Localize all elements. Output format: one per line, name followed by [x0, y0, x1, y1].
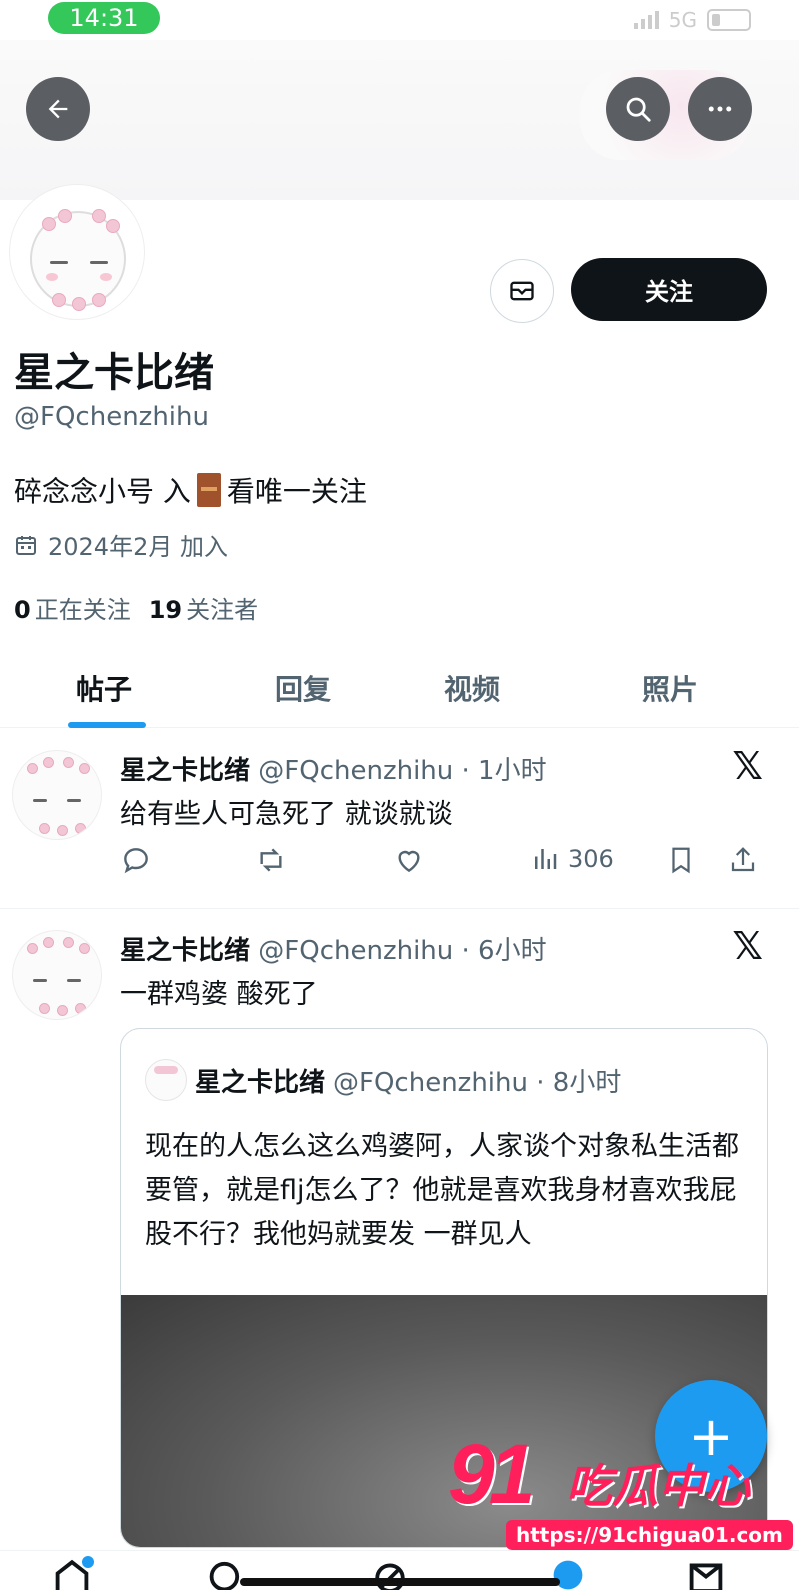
- quoted-meta: @FQchenzhihu · 8小时: [333, 1067, 622, 1098]
- more-dots-icon: [708, 106, 732, 112]
- quoted-avatar: [145, 1059, 187, 1101]
- signal-icon: [633, 11, 659, 29]
- more-button[interactable]: [688, 77, 752, 141]
- post-item[interactable]: 星之卡比绪 @FQchenzhihu · 1小时 𝕏 给有些人可急死了 就谈就谈…: [0, 740, 799, 908]
- post-header: 星之卡比绪 @FQchenzhihu · 1小时: [120, 750, 547, 787]
- quoted-post-text: 现在的人怎么这么鸡婆阿，人家谈个对象私生活都要管，就是flj怎么了？他就是喜欢我…: [145, 1131, 739, 1250]
- post-meta: @FQchenzhihu · 6小时: [258, 936, 547, 966]
- status-indicators: 5G: [633, 8, 751, 32]
- tab-videos[interactable]: 视频: [444, 668, 500, 708]
- join-date: 2024年2月 加入: [14, 527, 228, 562]
- watermark-url: https://91chigua01.com: [506, 1520, 793, 1550]
- quoted-post-header: 星之卡比绪 @FQchenzhihu · 8小时: [145, 1059, 621, 1101]
- bio-text-end: 看唯一关注: [226, 475, 367, 508]
- home-indicator: [240, 1578, 560, 1586]
- arrow-left-icon: [48, 99, 68, 119]
- active-tab-indicator: [68, 722, 146, 728]
- calendar-icon: [16, 535, 36, 555]
- tab-photos[interactable]: 照片: [642, 668, 698, 708]
- x-logo-icon[interactable]: 𝕏: [732, 744, 763, 788]
- status-bar: 14:31 5G: [0, 0, 799, 40]
- search-icon: [626, 97, 651, 122]
- home-notification-dot: [82, 1556, 94, 1568]
- watermark-text: 吃瓜中心: [566, 1459, 750, 1513]
- mail-icon: [510, 281, 534, 301]
- repost-button[interactable]: [254, 844, 288, 876]
- post-author-name[interactable]: 星之卡比绪: [120, 936, 250, 966]
- share-button[interactable]: [728, 844, 758, 876]
- post-actions: 306: [120, 844, 770, 884]
- post-avatar[interactable]: [12, 750, 102, 840]
- status-time: 14:31: [48, 2, 160, 34]
- bar-chart-icon: [535, 849, 557, 869]
- avatar-illustration: [30, 209, 126, 311]
- messages-nav-icon[interactable]: [686, 1559, 726, 1590]
- follow-counts: 0 正在关注 19 关注者: [14, 590, 258, 625]
- bookmark-button[interactable]: [666, 844, 696, 876]
- bio-text-start: 碎念念小号 入: [14, 475, 191, 508]
- door-emoji-icon: [196, 473, 221, 507]
- reply-icon: [124, 848, 148, 874]
- battery-icon: [707, 9, 751, 31]
- profile-name: 星之卡比绪: [14, 350, 214, 396]
- repost-icon: [260, 848, 282, 872]
- profile-bio: 碎念念小号 入 看唯一关注: [14, 470, 367, 510]
- message-button[interactable]: [490, 259, 554, 323]
- watermark: 91 吃瓜中心 https://91chigua01.com: [448, 1427, 793, 1552]
- post-header: 星之卡比绪 @FQchenzhihu · 6小时: [120, 930, 547, 967]
- back-button[interactable]: [26, 77, 90, 141]
- post-text: 给有些人可急死了 就谈就谈: [120, 799, 453, 830]
- tab-replies[interactable]: 回复: [275, 668, 331, 708]
- following-link[interactable]: 0 正在关注: [14, 590, 131, 625]
- join-date-text: 2024年2月 加入: [48, 533, 228, 561]
- share-icon: [731, 847, 755, 872]
- followers-link[interactable]: 19 关注者: [149, 590, 258, 625]
- post-avatar[interactable]: [12, 930, 102, 1020]
- post-text: 一群鸡婆 酸死了: [120, 979, 318, 1010]
- network-label: 5G: [668, 8, 697, 32]
- views-button[interactable]: 306: [530, 844, 614, 874]
- search-button[interactable]: [606, 77, 670, 141]
- follow-button[interactable]: 关注: [571, 258, 767, 321]
- quoted-author-name: 星之卡比绪: [195, 1067, 326, 1098]
- like-button[interactable]: [392, 844, 426, 876]
- profile-avatar[interactable]: [10, 185, 144, 319]
- post-author-name[interactable]: 星之卡比绪: [120, 756, 250, 786]
- heart-icon: [398, 850, 420, 873]
- profile-handle: @FQchenzhihu: [14, 402, 209, 432]
- x-logo-icon[interactable]: 𝕏: [732, 924, 763, 968]
- views-count: 306: [568, 845, 614, 873]
- tab-posts[interactable]: 帖子: [76, 668, 132, 708]
- post-meta: @FQchenzhihu · 1小时: [258, 756, 547, 786]
- reply-button[interactable]: [120, 844, 152, 876]
- watermark-number: 91: [448, 1427, 535, 1521]
- bookmark-icon: [672, 847, 690, 874]
- profile-tabs: 帖子 回复 视频 照片: [0, 650, 799, 728]
- search-nav-icon[interactable]: [206, 1559, 246, 1590]
- post-divider: [0, 908, 799, 909]
